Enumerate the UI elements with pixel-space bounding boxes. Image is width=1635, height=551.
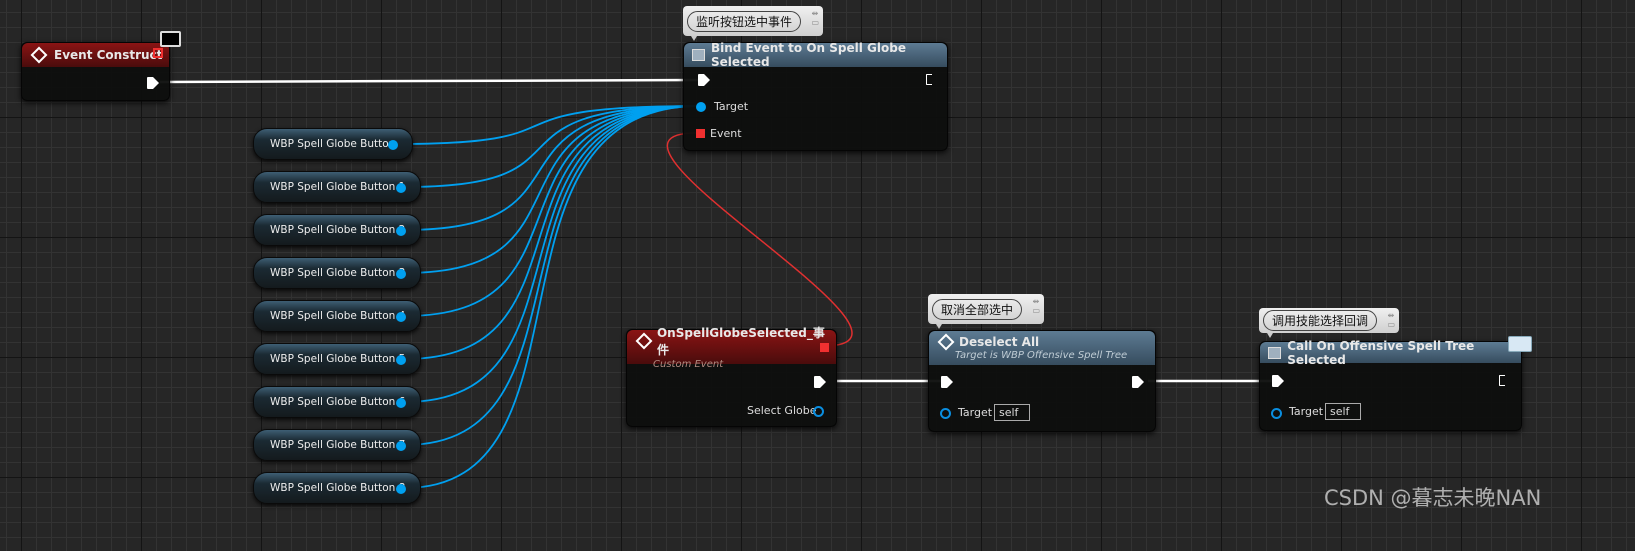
variable-out-pin[interactable] (396, 269, 406, 279)
function-icon (692, 49, 705, 61)
variable-node[interactable]: WBP Spell Globe Button (253, 128, 413, 160)
function-diamond-icon (937, 333, 955, 351)
node-title: OnSpellGlobeSelected_事件 (656, 326, 825, 357)
variable-node[interactable]: WBP Spell Globe Button 8 (253, 472, 421, 504)
variable-out-pin[interactable] (396, 183, 406, 193)
event-label: Event (710, 127, 742, 140)
target-pin[interactable] (696, 102, 706, 112)
variable-name: WBP Spell Globe Button 1 (270, 181, 406, 193)
node-title: Call On Offensive Spell Tree Selected (1287, 338, 1475, 367)
variable-node[interactable]: WBP Spell Globe Button 7 (253, 429, 421, 461)
target-pin[interactable] (1271, 408, 1282, 419)
variable-name: WBP Spell Globe Button (270, 138, 396, 150)
node-subtitle: Target is WBP Offensive Spell Tree (955, 350, 1128, 361)
exec-wire[interactable] (159, 78, 701, 84)
custom-event-node[interactable]: OnSpellGlobeSelected_事件 Custom Event Sel… (626, 326, 837, 427)
comment-bubble[interactable]: 取消全部选中 ⇹ ▭ (928, 294, 1045, 329)
variable-name: WBP Spell Globe Button 4 (270, 310, 406, 322)
delegate-pin[interactable] (153, 48, 163, 58)
event-pin[interactable] (696, 129, 705, 138)
object-wire[interactable] (404, 105, 701, 489)
pin-comment-icon[interactable]: ⇹ ▭ (1387, 311, 1395, 329)
variable-name: WBP Spell Globe Button 6 (270, 396, 406, 408)
node-title: Deselect All (959, 335, 1040, 349)
variable-out-pin[interactable] (396, 398, 406, 408)
variable-node[interactable]: WBP Spell Globe Button 2 (253, 214, 421, 246)
variable-out-pin[interactable] (396, 312, 406, 322)
comment-text: 取消全部选中 (932, 298, 1023, 320)
target-label: Target (958, 406, 993, 419)
variable-name: WBP Spell Globe Button 7 (270, 439, 406, 451)
target-self-input[interactable]: self (994, 404, 1030, 421)
target-label: Target (1289, 405, 1324, 418)
deselect-all-node[interactable]: Deselect All Target is WBP Offensive Spe… (928, 330, 1156, 432)
client-server-icon (160, 31, 181, 47)
target-label: Target (714, 100, 749, 113)
variable-name: WBP Spell Globe Button 8 (270, 482, 406, 494)
variable-out-pin[interactable] (396, 226, 406, 236)
comment-bubble[interactable]: 监听按钮选中事件 ⇹ ▭ (683, 6, 824, 41)
comment-bubble[interactable]: 调用技能选择回调 ⇹ ▭ (1259, 308, 1400, 338)
function-icon (1268, 346, 1282, 359)
variable-out-pin[interactable] (396, 484, 406, 494)
variable-node[interactable]: WBP Spell Globe Button 1 (253, 171, 421, 203)
node-header: Event Construct (22, 43, 169, 67)
variable-out-pin[interactable] (396, 441, 406, 451)
message-envelope-icon (1508, 336, 1532, 352)
node-title: Event Construct (54, 48, 163, 62)
target-self-input[interactable]: self (1325, 403, 1361, 420)
variable-node[interactable]: WBP Spell Globe Button 6 (253, 386, 421, 418)
variable-node[interactable]: WBP Spell Globe Button 4 (253, 300, 421, 332)
delegate-out-pin[interactable] (820, 343, 829, 352)
event-construct-node[interactable]: Event Construct (21, 42, 170, 101)
node-header: Bind Event to On Spell Globe Selected (684, 41, 947, 69)
variable-name: WBP Spell Globe Button 3 (270, 267, 406, 279)
event-diamond-icon (635, 332, 653, 350)
pin-comment-icon[interactable]: ⇹ ▭ (1032, 297, 1040, 315)
variable-name: WBP Spell Globe Button 5 (270, 353, 406, 365)
pin-comment-icon[interactable]: ⇹ ▭ (811, 9, 819, 27)
object-wire[interactable] (404, 105, 701, 317)
select-globe-pin[interactable] (813, 406, 824, 417)
node-header: Call On Offensive Spell Tree Selected (1260, 339, 1521, 367)
variable-name: WBP Spell Globe Button 2 (270, 224, 406, 236)
node-header: OnSpellGlobeSelected_事件 Custom Event (627, 326, 836, 370)
delegate-wire[interactable] (666, 132, 853, 347)
node-header: Deselect All Target is WBP Offensive Spe… (929, 331, 1155, 365)
variable-out-pin[interactable] (396, 355, 406, 365)
select-globe-label: Select Globe (747, 404, 817, 417)
variable-node[interactable]: WBP Spell Globe Button 3 (253, 257, 421, 289)
variable-out-pin[interactable] (388, 140, 398, 150)
comment-text: 调用技能选择回调 (1263, 310, 1378, 331)
target-pin[interactable] (940, 408, 951, 419)
variable-node[interactable]: WBP Spell Globe Button 5 (253, 343, 421, 375)
node-subtitle: Custom Event (653, 359, 724, 370)
event-diamond-icon (30, 46, 48, 64)
call-dispatcher-node[interactable]: Call On Offensive Spell Tree Selected Ta… (1259, 339, 1522, 431)
comment-text: 监听按钮选中事件 (687, 10, 802, 32)
bind-event-node[interactable]: Bind Event to On Spell Globe Selected Ta… (683, 41, 948, 151)
watermark: CSDN @暮志未晚NAN (1324, 486, 1542, 510)
node-title: Bind Event to On Spell Globe Selected (710, 41, 906, 69)
